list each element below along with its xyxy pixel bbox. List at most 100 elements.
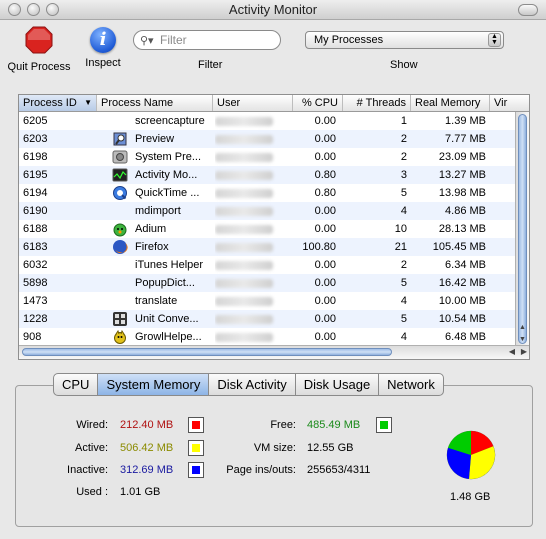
process-id-cell: 1228 xyxy=(23,313,48,325)
scroll-down-arrow-icon[interactable]: ▼ xyxy=(518,336,527,343)
cpu-cell: 0.00 xyxy=(314,133,336,145)
real-memory-cell: 1.39 MB xyxy=(445,115,486,127)
show-processes-select[interactable]: My Processes ▲ ▼ xyxy=(305,31,504,49)
free-label: Free: xyxy=(270,419,296,431)
quicktime-icon xyxy=(112,185,128,201)
cpu-cell: 0.00 xyxy=(314,331,336,343)
toolbar-toggle-button[interactable] xyxy=(518,4,538,16)
column-header-real-memory[interactable]: Real Memory xyxy=(411,95,490,111)
process-id-cell: 6183 xyxy=(23,241,48,253)
filter-input[interactable] xyxy=(160,33,270,47)
preview-icon xyxy=(112,131,128,147)
table-row[interactable]: 6190 mdimport 0.00 4 4.86 MB xyxy=(19,202,518,220)
vertical-scroll-thumb[interactable] xyxy=(518,114,527,344)
table-row[interactable]: 5898 PopupDict... 0.00 5 16.42 MB xyxy=(19,274,518,292)
cpu-cell: 0.00 xyxy=(314,259,336,271)
quit-process-label: Quit Process xyxy=(7,61,71,73)
title-bar: Activity Monitor xyxy=(0,0,546,20)
scroll-right-arrow-icon[interactable]: ▶ xyxy=(521,347,527,356)
process-name-cell: Firefox xyxy=(135,241,169,253)
tab-system-memory[interactable]: System Memory xyxy=(98,374,210,395)
column-header-process-name[interactable]: Process Name xyxy=(97,95,213,111)
threads-cell: 10 xyxy=(394,223,407,235)
table-row[interactable]: 6188 Adium 0.00 10 28.13 MB xyxy=(19,220,518,238)
threads-cell: 3 xyxy=(400,169,407,181)
window-title: Activity Monitor xyxy=(228,2,318,17)
vertical-scrollbar[interactable]: ▲ ▼ xyxy=(515,112,529,358)
cpu-cell: 0.00 xyxy=(314,295,336,307)
real-memory-cell: 6.48 MB xyxy=(445,331,486,343)
column-header-process-id[interactable]: Process ID ▼ xyxy=(19,95,97,111)
process-name-cell: screencapture xyxy=(135,115,205,127)
inactive-color-swatch[interactable] xyxy=(188,462,204,478)
active-color-swatch[interactable] xyxy=(188,440,204,456)
process-id-cell: 6188 xyxy=(23,223,48,235)
column-header-virtual-memory[interactable]: Vir xyxy=(490,95,529,111)
user-cell-redacted xyxy=(215,238,295,256)
process-table: Process ID ▼ Process Name User % CPU # T… xyxy=(18,94,530,360)
tab-cpu[interactable]: CPU xyxy=(54,374,99,395)
column-header-cpu[interactable]: % CPU xyxy=(293,95,343,111)
threads-cell: 5 xyxy=(400,277,407,289)
tab-disk-usage[interactable]: Disk Usage xyxy=(296,374,380,395)
horizontal-scrollbar[interactable]: ◀ ▶ xyxy=(19,345,529,359)
growl-icon xyxy=(112,329,128,345)
free-color-swatch[interactable] xyxy=(376,417,392,433)
wired-value: 212.40 MB xyxy=(120,419,174,431)
cpu-cell: 0.00 xyxy=(314,277,336,289)
user-cell-redacted xyxy=(215,166,295,184)
table-row[interactable]: 6194 QuickTime ... 0.80 5 13.98 MB xyxy=(19,184,518,202)
user-cell-redacted xyxy=(215,220,295,238)
show-select-value: My Processes xyxy=(314,34,384,46)
cpu-cell: 0.80 xyxy=(314,169,336,181)
process-name-cell: translate xyxy=(135,295,178,307)
user-cell-redacted xyxy=(215,256,295,274)
process-name-cell: mdimport xyxy=(135,205,181,217)
tab-disk-activity[interactable]: Disk Activity xyxy=(209,374,296,395)
threads-cell: 2 xyxy=(400,259,407,271)
filter-search-field[interactable]: ⚲▾ xyxy=(133,30,281,50)
scroll-left-arrow-icon[interactable]: ◀ xyxy=(509,347,515,356)
process-id-cell: 908 xyxy=(23,331,42,343)
process-rows: 6205 screencapture 0.00 1 1.39 MB 6203 Preview… xyxy=(19,112,518,346)
wired-label: Wired: xyxy=(76,419,108,431)
user-cell-redacted xyxy=(215,328,295,346)
inspect-button[interactable]: i Inspect xyxy=(80,20,126,69)
table-row[interactable]: 6195 Activity Mo... 0.80 3 13.27 MB xyxy=(19,166,518,184)
process-name-cell: PopupDict... xyxy=(135,277,195,289)
real-memory-cell: 6.34 MB xyxy=(445,259,486,271)
table-row[interactable]: 6183 Firefox 100.80 21 105.45 MB xyxy=(19,238,518,256)
active-label: Active: xyxy=(74,442,108,454)
table-row[interactable]: 908 GrowlHelpe... 0.00 4 6.48 MB xyxy=(19,328,518,346)
wired-color-swatch[interactable] xyxy=(188,417,204,433)
table-row[interactable]: 6203 Preview 0.00 2 7.77 MB xyxy=(19,130,518,148)
scroll-up-arrow-icon[interactable]: ▲ xyxy=(518,324,527,331)
show-label: Show xyxy=(390,59,418,71)
monitor-tabs: CPU System Memory Disk Activity Disk Usa… xyxy=(53,373,444,396)
user-cell-redacted xyxy=(215,184,295,202)
table-row[interactable]: 1228 Unit Conve... 0.00 5 10.54 MB xyxy=(19,310,518,328)
table-row[interactable]: 6198 System Pre... 0.00 2 23.09 MB xyxy=(19,148,518,166)
column-header-threads[interactable]: # Threads xyxy=(343,95,411,111)
table-row[interactable]: 6032 iTunes Helper 0.00 2 6.34 MB xyxy=(19,256,518,274)
quit-process-button[interactable]: Quit Process xyxy=(4,20,74,73)
process-name-cell: Unit Conve... xyxy=(135,313,199,325)
table-row[interactable]: 1473 translate 0.00 4 10.00 MB xyxy=(19,292,518,310)
user-cell-redacted xyxy=(215,130,295,148)
horizontal-scroll-thumb[interactable] xyxy=(22,348,392,356)
real-memory-cell: 16.42 MB xyxy=(438,277,486,289)
process-id-cell: 6198 xyxy=(23,151,48,163)
inactive-value: 312.69 MB xyxy=(120,464,174,476)
cpu-cell: 0.80 xyxy=(314,187,336,199)
real-memory-cell: 28.13 MB xyxy=(438,223,486,235)
threads-cell: 2 xyxy=(400,133,407,145)
activity-monitor-icon xyxy=(112,167,128,183)
real-memory-cell: 10.54 MB xyxy=(438,313,486,325)
table-row[interactable]: 6205 screencapture 0.00 1 1.39 MB xyxy=(19,112,518,130)
tab-network[interactable]: Network xyxy=(379,374,443,395)
real-memory-cell: 13.98 MB xyxy=(438,187,486,199)
process-name-cell: QuickTime ... xyxy=(135,187,200,199)
cpu-cell: 0.00 xyxy=(314,151,336,163)
cpu-cell: 100.80 xyxy=(302,241,336,253)
column-header-user[interactable]: User xyxy=(213,95,293,111)
